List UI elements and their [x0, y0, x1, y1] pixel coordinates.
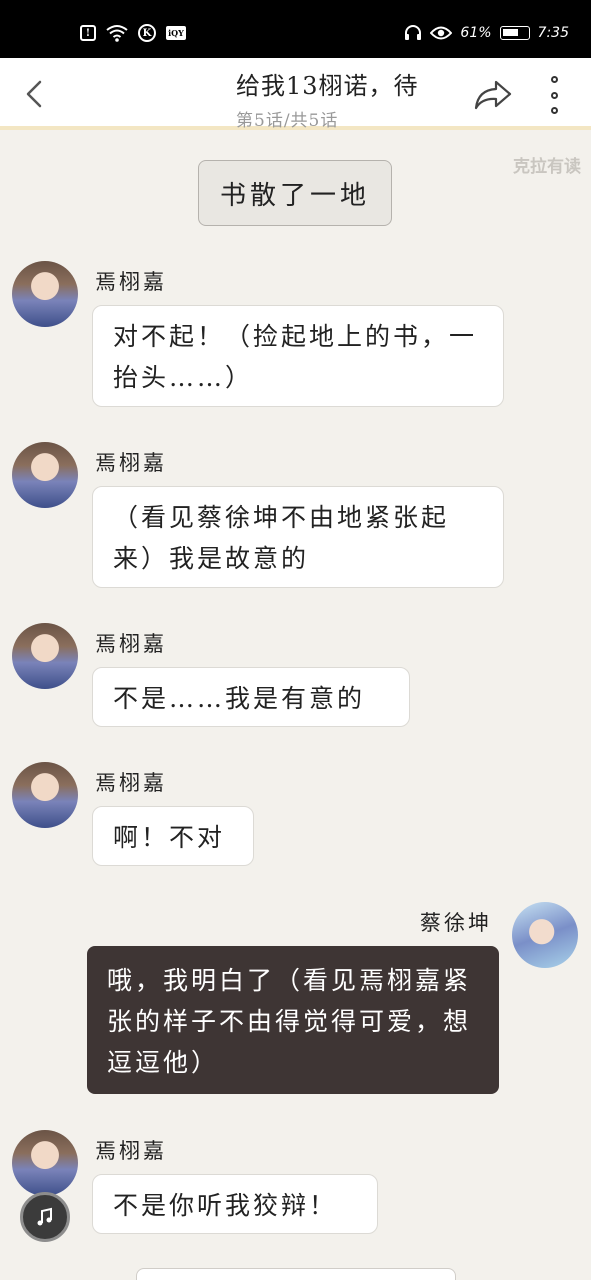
- back-button[interactable]: [18, 74, 52, 114]
- share-button[interactable]: [472, 78, 514, 112]
- status-left-icons: ! K iQY: [80, 24, 186, 42]
- chapter-indicator: 第5话/共5话: [236, 111, 339, 131]
- avatar[interactable]: [12, 623, 78, 689]
- status-bar: ! K iQY 61% 7:35: [0, 0, 591, 58]
- message-bubble[interactable]: 啊！不对: [92, 806, 254, 866]
- sender-name: 焉栩嘉: [95, 270, 167, 294]
- more-vertical-icon: [550, 76, 558, 83]
- sender-name: 焉栩嘉: [95, 451, 167, 475]
- status-right-icons: 61% 7:35: [404, 24, 569, 42]
- sender-name: 焉栩嘉: [95, 632, 167, 656]
- iqiyi-icon: iQY: [166, 26, 186, 40]
- more-button[interactable]: [540, 76, 568, 114]
- avatar[interactable]: [12, 442, 78, 508]
- sender-name: 焉栩嘉: [95, 1139, 167, 1163]
- title-container: 给我13栩诺，待: [236, 66, 446, 101]
- next-message-card: [136, 1268, 456, 1280]
- wifi-icon: [106, 24, 128, 42]
- battery-percent: 61%: [460, 25, 492, 41]
- message-bubble[interactable]: 不是你听我狡辩！: [92, 1174, 378, 1234]
- avatar[interactable]: [12, 1130, 78, 1196]
- eye-icon: [430, 25, 453, 41]
- more-dot: [550, 107, 558, 114]
- background-music-button[interactable]: [20, 1192, 70, 1242]
- status-time: 7:35: [537, 25, 569, 41]
- chevron-left-icon: [26, 80, 42, 108]
- share-arrow-icon: [474, 80, 512, 110]
- music-note-icon: [37, 1207, 52, 1226]
- k-app-icon: K: [138, 24, 156, 42]
- message-bubble[interactable]: 对不起！（捡起地上的书，一抬头……）: [92, 305, 504, 407]
- avatar[interactable]: [12, 762, 78, 828]
- avatar[interactable]: [512, 902, 578, 968]
- message-bubble[interactable]: 不是……我是有意的: [92, 667, 410, 727]
- sender-name: 蔡徐坤: [420, 911, 492, 935]
- sender-name: 焉栩嘉: [95, 771, 167, 795]
- battery-icon: [499, 26, 530, 40]
- watermark: 克拉有读: [513, 157, 581, 177]
- message-bubble[interactable]: 哦，我明白了（看见焉栩嘉紧张的样子不由得觉得可爱，想逗逗他）: [87, 946, 499, 1094]
- chapter-header: 给我13栩诺，待 第5话/共5话: [0, 58, 591, 131]
- headset-icon: [404, 24, 422, 42]
- story-title: 给我13栩诺，待: [236, 72, 419, 100]
- avatar[interactable]: [12, 261, 78, 327]
- notification-icon: !: [80, 25, 96, 41]
- message-bubble[interactable]: （看见蔡徐坤不由地紧张起来）我是故意的: [92, 486, 504, 588]
- more-dot: [550, 91, 558, 99]
- narration-box: 书散了一地: [198, 160, 392, 226]
